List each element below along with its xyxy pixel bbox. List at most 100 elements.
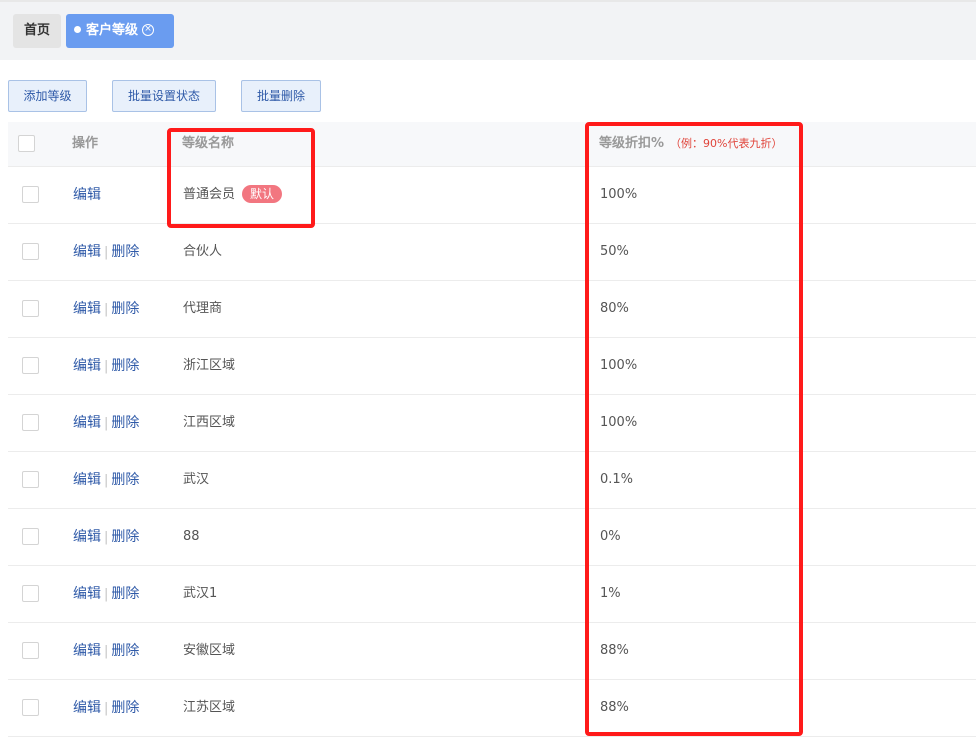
link-separator: | <box>104 530 109 545</box>
delete-link[interactable]: 删除 <box>111 529 139 545</box>
default-badge: 默认 <box>242 184 283 203</box>
delete-link[interactable]: 删除 <box>111 700 139 716</box>
row-operations: 编辑 | 删除 <box>73 281 139 337</box>
table-row: 编辑 | 删除 江苏区域 88% <box>8 680 976 737</box>
level-name-cell: 普通会员 默认 <box>183 167 283 223</box>
row-operations: 编辑 | 删除 <box>73 680 139 736</box>
edit-link[interactable]: 编辑 <box>73 415 101 431</box>
row-operations: 编辑 | 删除 <box>73 395 139 451</box>
level-name: 安徽区域 <box>183 643 236 658</box>
edit-link[interactable]: 编辑 <box>73 586 101 602</box>
link-separator: | <box>104 701 109 716</box>
level-name: 普通会员 <box>183 187 236 202</box>
delete-link[interactable]: 删除 <box>111 586 139 602</box>
level-name: 武汉 <box>183 472 210 487</box>
row-checkbox[interactable] <box>22 243 39 260</box>
edit-link[interactable]: 编辑 <box>73 187 101 203</box>
link-separator: | <box>104 644 109 659</box>
header-level-name: 等级名称 <box>182 136 235 151</box>
close-icon[interactable]: × <box>142 23 155 36</box>
table-row: 编辑 | 删除 武汉1 1% <box>8 566 976 623</box>
level-name-cell: 武汉 <box>183 452 209 508</box>
link-separator: | <box>104 302 109 317</box>
level-name: 武汉1 <box>183 586 218 601</box>
header-level-discount: 等级折扣% （例：90%代表九折） <box>599 122 782 166</box>
tab-customer-level-label: 客户等级 <box>86 23 139 38</box>
level-discount: 88% <box>600 700 629 715</box>
delete-link[interactable]: 删除 <box>111 472 139 488</box>
level-discount: 1% <box>600 586 621 601</box>
edit-link[interactable]: 编辑 <box>73 643 101 659</box>
level-discount: 100% <box>600 358 638 373</box>
level-name-cell: 武汉1 <box>183 566 217 622</box>
level-name-cell: 安徽区域 <box>183 623 235 679</box>
level-discount: 88% <box>600 643 629 658</box>
level-name-cell: 江西区域 <box>183 395 235 451</box>
link-separator: | <box>104 416 109 431</box>
link-separator: | <box>104 473 109 488</box>
edit-link[interactable]: 编辑 <box>73 301 101 317</box>
row-checkbox[interactable] <box>22 699 39 716</box>
delete-link[interactable]: 删除 <box>111 358 139 374</box>
link-separator: | <box>104 359 109 374</box>
table-row: 编辑 | 删除 合伙人 50% <box>8 224 976 281</box>
table-row: 编辑 | 删除 88 0% <box>8 509 976 566</box>
level-name-cell: 代理商 <box>183 281 222 337</box>
table-row: 编辑 | 删除 代理商 80% <box>8 281 976 338</box>
level-discount: 0.1% <box>600 472 634 487</box>
level-discount: 50% <box>600 244 629 259</box>
edit-link[interactable]: 编辑 <box>73 358 101 374</box>
level-name: 代理商 <box>183 301 223 316</box>
delete-link[interactable]: 删除 <box>111 301 139 317</box>
edit-link[interactable]: 编辑 <box>73 529 101 545</box>
row-operations: 编辑 | 删除 <box>73 338 139 394</box>
delete-link[interactable]: 删除 <box>111 415 139 431</box>
row-operations: 编辑 | 删除 <box>73 452 139 508</box>
level-name-cell: 江苏区域 <box>183 680 235 736</box>
row-checkbox[interactable] <box>22 300 39 317</box>
delete-link[interactable]: 删除 <box>111 643 139 659</box>
batch-delete-button[interactable]: 批量删除 <box>241 80 321 112</box>
row-operations: 编辑 | 删除 <box>73 623 139 679</box>
level-name: 88 <box>183 529 200 544</box>
select-all-checkbox[interactable] <box>18 135 35 152</box>
table-header: 操作 等级名称 等级折扣% （例：90%代表九折） <box>8 122 976 167</box>
level-name-cell: 88 <box>183 509 200 565</box>
level-name-cell: 浙江区域 <box>183 338 235 394</box>
row-checkbox[interactable] <box>22 186 39 203</box>
header-discount-hint: （例：90%代表九折） <box>670 137 783 150</box>
row-checkbox[interactable] <box>22 414 39 431</box>
delete-link[interactable]: 删除 <box>111 244 139 260</box>
row-operations: 编辑 <box>73 167 101 223</box>
row-checkbox[interactable] <box>22 642 39 659</box>
table-row: 编辑 | 删除 安徽区域 88% <box>8 623 976 680</box>
level-discount: 100% <box>600 415 638 430</box>
header-operation: 操作 <box>72 136 99 151</box>
level-name: 浙江区域 <box>183 358 236 373</box>
row-operations: 编辑 | 删除 <box>73 566 139 622</box>
edit-link[interactable]: 编辑 <box>73 244 101 260</box>
row-checkbox[interactable] <box>22 471 39 488</box>
table-row: 编辑 | 删除 武汉 0.1% <box>8 452 976 509</box>
level-discount: 0% <box>600 529 621 544</box>
row-checkbox[interactable] <box>22 357 39 374</box>
level-discount: 100% <box>600 187 638 202</box>
table-row: 编辑 | 删除 江西区域 100% <box>8 395 976 452</box>
add-level-button[interactable]: 添加等级 <box>8 80 87 112</box>
level-name: 合伙人 <box>183 244 223 259</box>
row-operations: 编辑 | 删除 <box>73 224 139 280</box>
row-checkbox[interactable] <box>22 585 39 602</box>
row-operations: 编辑 | 删除 <box>73 509 139 565</box>
level-name-cell: 合伙人 <box>183 224 222 280</box>
batch-set-status-button[interactable]: 批量设置状态 <box>112 80 216 112</box>
tab-home[interactable]: 首页 <box>13 14 61 48</box>
link-separator: | <box>104 245 109 260</box>
level-discount: 80% <box>600 301 629 316</box>
table-row: 编辑 普通会员 默认 100% <box>8 167 976 224</box>
tab-customer-level[interactable]: 客户等级 × <box>66 14 174 48</box>
edit-link[interactable]: 编辑 <box>73 700 101 716</box>
row-checkbox[interactable] <box>22 528 39 545</box>
active-dot-icon <box>74 26 81 33</box>
header-discount-label: 等级折扣% <box>599 136 665 151</box>
edit-link[interactable]: 编辑 <box>73 472 101 488</box>
